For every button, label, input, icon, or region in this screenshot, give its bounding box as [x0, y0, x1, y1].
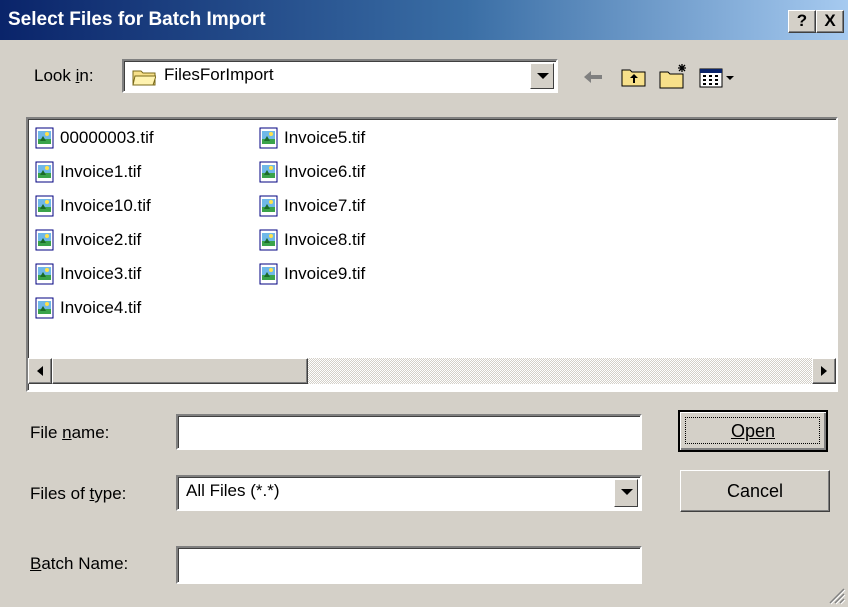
- file-item[interactable]: Invoice10.tif: [34, 193, 151, 219]
- dialog-title: Select Files for Batch Import: [8, 9, 266, 30]
- horizontal-scrollbar[interactable]: [28, 358, 836, 384]
- tif-file-icon: [34, 297, 60, 319]
- look-in-combo[interactable]: FilesForImport: [122, 59, 558, 93]
- file-item-label: Invoice7.tif: [284, 196, 366, 215]
- tif-file-icon: [258, 127, 284, 149]
- close-button[interactable]: X: [816, 10, 844, 33]
- tif-file-icon: [258, 229, 284, 251]
- open-button[interactable]: Open: [678, 410, 828, 452]
- file-name-label: File name:: [30, 423, 110, 442]
- file-name-field[interactable]: [176, 414, 642, 450]
- files-of-type-label: Files of type:: [30, 484, 127, 503]
- file-item[interactable]: Invoice9.tif: [258, 261, 365, 287]
- batch-import-dialog: Select Files for Batch Import ? X Look i…: [0, 0, 848, 607]
- look-in-label: Look in:: [34, 66, 94, 85]
- scroll-left-button[interactable]: [28, 358, 52, 384]
- files-of-type-value: All Files (*.*): [186, 481, 280, 500]
- file-item[interactable]: Invoice1.tif: [34, 159, 141, 185]
- file-item-label: 00000003.tif: [60, 128, 154, 147]
- file-item-label: Invoice4.tif: [60, 298, 142, 317]
- file-item-label: Invoice9.tif: [284, 264, 366, 283]
- arrow-right-icon: [821, 366, 827, 376]
- look-in-value: FilesForImport: [164, 65, 274, 84]
- up-folder-icon[interactable]: [620, 62, 648, 92]
- cancel-button[interactable]: Cancel: [680, 470, 830, 512]
- folder-icon: [132, 70, 156, 86]
- tif-file-icon: [34, 229, 60, 251]
- back-icon[interactable]: [580, 62, 606, 92]
- arrow-left-icon: [37, 366, 43, 376]
- title-bar[interactable]: Select Files for Batch Import ? X: [0, 0, 848, 40]
- file-item[interactable]: 00000003.tif: [34, 125, 154, 151]
- file-item[interactable]: Invoice5.tif: [258, 125, 365, 151]
- file-item[interactable]: Invoice7.tif: [258, 193, 365, 219]
- batch-name-field[interactable]: [176, 546, 642, 584]
- look-in-dropdown-button[interactable]: [530, 63, 554, 89]
- files-of-type-dropdown-button[interactable]: [614, 479, 638, 507]
- scrollbar-thumb[interactable]: [52, 358, 308, 384]
- file-item-label: Invoice5.tif: [284, 128, 366, 147]
- batch-name-label: Batch Name:: [30, 554, 129, 573]
- file-item[interactable]: Invoice6.tif: [258, 159, 365, 185]
- tif-file-icon: [34, 263, 60, 285]
- tif-file-icon: [258, 161, 284, 183]
- resize-grip-icon[interactable]: [826, 585, 846, 605]
- file-item-label: Invoice6.tif: [284, 162, 366, 181]
- file-item[interactable]: Invoice8.tif: [258, 227, 365, 253]
- tif-file-icon: [34, 195, 60, 217]
- file-item-label: Invoice8.tif: [284, 230, 366, 249]
- scroll-right-button[interactable]: [812, 358, 836, 384]
- files-of-type-combo[interactable]: All Files (*.*): [176, 475, 642, 511]
- tif-file-icon: [258, 195, 284, 217]
- new-folder-icon[interactable]: [658, 62, 690, 92]
- file-item-label: Invoice2.tif: [60, 230, 142, 249]
- tif-file-icon: [34, 127, 60, 149]
- tif-file-icon: [34, 161, 60, 183]
- help-button[interactable]: ?: [788, 10, 816, 33]
- open-label: Open: [730, 421, 776, 441]
- file-item[interactable]: Invoice2.tif: [34, 227, 141, 253]
- file-item-label: Invoice10.tif: [60, 196, 151, 215]
- file-item-label: Invoice1.tif: [60, 162, 142, 181]
- file-item[interactable]: Invoice3.tif: [34, 261, 141, 287]
- file-list[interactable]: 00000003.tif Invoice1.tif Invoice10.tif Inv…: [26, 117, 838, 392]
- file-item-label: Invoice3.tif: [60, 264, 142, 283]
- view-menu-icon[interactable]: [698, 62, 738, 92]
- file-item[interactable]: Invoice4.tif: [34, 295, 141, 321]
- tif-file-icon: [258, 263, 284, 285]
